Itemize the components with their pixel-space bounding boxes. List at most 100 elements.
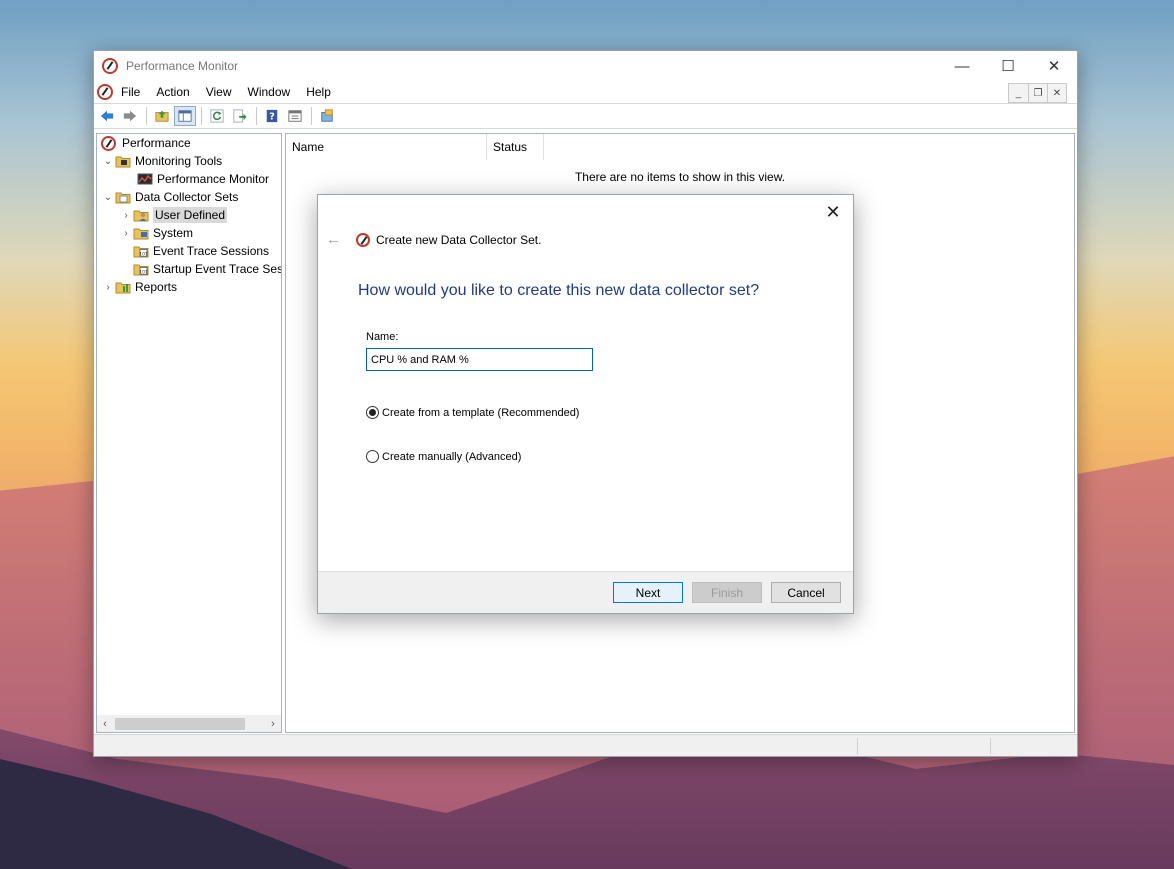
status-bar xyxy=(94,734,1077,756)
tree-item-reports[interactable]: › Reports xyxy=(97,278,281,296)
name-input[interactable] xyxy=(366,348,593,371)
option-manual[interactable]: Create manually (Advanced) xyxy=(366,450,521,463)
scroll-right-icon[interactable]: › xyxy=(265,718,281,730)
show-hide-console-tree-button[interactable] xyxy=(174,106,196,126)
tree-item-label: User Defined xyxy=(153,207,228,223)
back-button[interactable] xyxy=(96,106,118,126)
wizard-title: Create new Data Collector Set. xyxy=(376,232,542,247)
status-segment xyxy=(990,738,991,754)
column-name[interactable]: Name xyxy=(286,134,487,160)
tree-item-performance-monitor[interactable]: Performance Monitor xyxy=(97,170,281,188)
up-folder-icon xyxy=(155,110,169,122)
mdi-controls: _ ❐ ✕ xyxy=(1008,83,1067,103)
scroll-thumb[interactable] xyxy=(115,717,245,730)
menu-action[interactable]: Action xyxy=(148,85,197,99)
dialog-close-button[interactable]: ✕ xyxy=(821,201,845,223)
chevron-down-icon[interactable]: ⌄ xyxy=(101,192,115,203)
svg-text:?: ? xyxy=(269,112,275,123)
close-button[interactable]: ✕ xyxy=(1031,51,1077,81)
toolbar-separator xyxy=(146,107,147,125)
folder-icon xyxy=(115,192,131,204)
mdi-close-button[interactable]: ✕ xyxy=(1047,84,1066,102)
svg-text:101: 101 xyxy=(139,252,148,258)
system-folder-icon xyxy=(133,228,149,240)
next-button[interactable]: Next xyxy=(613,582,683,603)
wizard-question: How would you like to create this new da… xyxy=(358,282,760,299)
menu-bar: File Action View Window Help _ ❐ ✕ xyxy=(94,81,1077,103)
title-bar[interactable]: Performance Monitor — ☐ ✕ xyxy=(94,51,1077,81)
radio-template[interactable] xyxy=(366,406,379,419)
toolbar-separator xyxy=(256,107,257,125)
mdi-minimize-button[interactable]: _ xyxy=(1009,84,1028,102)
option-template[interactable]: Create from a template (Recommended) xyxy=(366,406,579,419)
empty-list-message: There are no items to show in this view. xyxy=(574,170,786,184)
export-list-button[interactable] xyxy=(229,106,251,126)
tree-item-label: Monitoring Tools xyxy=(135,154,223,168)
option-template-label: Create from a template (Recommended) xyxy=(382,406,580,419)
reports-folder-icon xyxy=(115,282,131,294)
tree-item-label: Performance xyxy=(122,136,191,150)
tree-item-label: System xyxy=(153,226,194,240)
tree-item-label: Event Trace Sessions xyxy=(153,244,270,258)
properties-icon xyxy=(288,110,302,122)
dialog-footer: Next Finish Cancel xyxy=(318,571,853,613)
maximize-button[interactable]: ☐ xyxy=(985,51,1031,81)
chevron-right-icon[interactable]: › xyxy=(101,282,115,293)
perfmon-icon xyxy=(356,232,370,247)
radio-manual[interactable] xyxy=(366,450,379,463)
tree-item-data-collector-sets[interactable]: ⌄ Data Collector Sets xyxy=(97,188,281,206)
menu-help[interactable]: Help xyxy=(298,85,339,99)
console-tree: Performance ⌄ Monitoring Tools Performan… xyxy=(96,133,282,733)
wizard-header: ← Create new Data Collector Set. xyxy=(326,231,541,248)
toolbar-separator xyxy=(311,107,312,125)
tree-item-event-trace-sessions[interactable]: 101 Event Trace Sessions xyxy=(97,242,281,260)
tree-item-monitoring-tools[interactable]: ⌄ Monitoring Tools xyxy=(97,152,281,170)
name-label: Name: xyxy=(366,331,399,343)
trace-folder-icon: 101 xyxy=(133,246,149,258)
tree-item-startup-event-trace-sessions[interactable]: 101 Startup Event Trace Sess xyxy=(97,260,281,278)
tree-item-user-defined[interactable]: › User Defined xyxy=(97,206,281,224)
menu-file[interactable]: File xyxy=(113,85,148,99)
mdi-restore-button[interactable]: ❐ xyxy=(1028,84,1047,102)
toolbar: ? xyxy=(94,103,1077,129)
chevron-right-icon[interactable]: › xyxy=(119,228,133,239)
tree-item-system[interactable]: › System xyxy=(97,224,281,242)
back-arrow-icon[interactable]: ← xyxy=(326,231,346,248)
chevron-right-icon[interactable]: › xyxy=(119,210,133,221)
forward-button[interactable] xyxy=(119,106,141,126)
user-folder-icon xyxy=(133,210,149,222)
monitor-graph-icon xyxy=(137,173,153,185)
folder-icon xyxy=(115,156,131,168)
minimize-button[interactable]: — xyxy=(939,51,985,81)
mmc-system-menu-icon[interactable] xyxy=(97,84,113,100)
finish-button: Finish xyxy=(692,582,762,603)
tree-item-label: Startup Event Trace Sess xyxy=(153,262,282,276)
back-arrow-icon xyxy=(100,110,114,122)
forward-arrow-icon xyxy=(123,110,137,122)
refresh-icon xyxy=(210,109,224,123)
tree-horizontal-scrollbar[interactable]: ‹ › xyxy=(97,715,281,732)
column-status[interactable]: Status xyxy=(487,134,544,160)
perfmon-app-icon xyxy=(102,58,118,74)
tree-item-label: Reports xyxy=(135,280,178,294)
create-data-collector-set-dialog: ✕ ← Create new Data Collector Set. How w… xyxy=(317,194,854,614)
chevron-down-icon[interactable]: ⌄ xyxy=(101,156,115,167)
properties-button[interactable] xyxy=(284,106,306,126)
menu-view[interactable]: View xyxy=(198,85,240,99)
help-button[interactable]: ? xyxy=(261,106,283,126)
toolbar-separator xyxy=(201,107,202,125)
refresh-button[interactable] xyxy=(206,106,228,126)
perfmon-icon xyxy=(101,135,116,151)
scroll-left-icon[interactable]: ‹ xyxy=(97,718,113,730)
window-title: Performance Monitor xyxy=(126,59,239,73)
cancel-button[interactable]: Cancel xyxy=(771,582,841,603)
option-manual-label: Create manually (Advanced) xyxy=(382,450,522,463)
tree-item-performance[interactable]: Performance xyxy=(97,134,281,152)
menu-window[interactable]: Window xyxy=(240,85,299,99)
status-segment xyxy=(857,738,858,754)
new-window-button[interactable] xyxy=(316,106,338,126)
up-one-level-button[interactable] xyxy=(151,106,173,126)
tree-item-label: Data Collector Sets xyxy=(135,190,239,204)
show-hide-tree-icon xyxy=(178,110,192,122)
tree-item-label: Performance Monitor xyxy=(157,172,270,186)
